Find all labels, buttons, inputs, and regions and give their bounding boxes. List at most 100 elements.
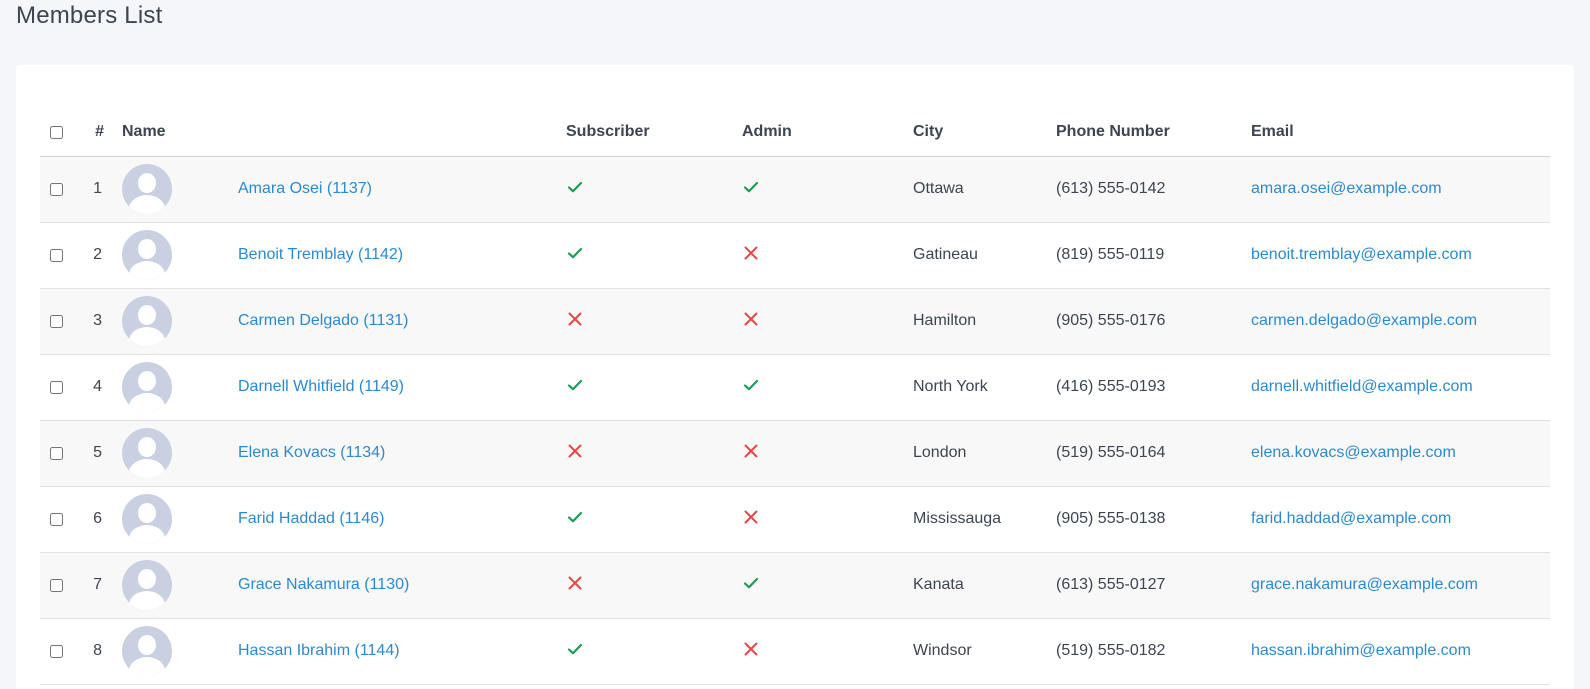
row-select-cell — [40, 618, 80, 684]
phone-cell: (819) 555-0119 — [1056, 246, 1165, 263]
row-select-cell — [40, 420, 80, 486]
city-cell: Ottawa — [913, 180, 964, 197]
row-number: 7 — [93, 576, 102, 593]
phone-cell: (519) 555-0182 — [1056, 642, 1166, 659]
name-cell: Farid Haddad (1146) — [238, 486, 566, 552]
member-email-link[interactable]: carmen.delgado@example.com — [1251, 312, 1477, 329]
city-cell: North York — [913, 378, 988, 395]
member-name-link[interactable]: Darnell Whitfield (1149) — [238, 378, 404, 395]
member-email-link[interactable]: darnell.whitfield@example.com — [1251, 378, 1473, 395]
avatar — [122, 230, 172, 280]
row-select-cell — [40, 552, 80, 618]
avatar — [122, 494, 172, 544]
subscriber-check-icon — [566, 244, 584, 262]
member-name-link[interactable]: Hassan Ibrahim (1144) — [238, 642, 400, 659]
phone-cell: (519) 555-0164 — [1056, 444, 1166, 461]
member-name-link[interactable]: Elena Kovacs (1134) — [238, 444, 385, 461]
email-cell: benoit.tremblay@example.com — [1251, 222, 1550, 288]
phone-cell: (416) 555-0193 — [1056, 378, 1166, 395]
row-checkbox[interactable] — [50, 182, 63, 196]
admin-cell — [742, 288, 913, 354]
city-cell: London — [913, 444, 967, 461]
row-number: 2 — [93, 246, 102, 263]
select-all-checkbox[interactable] — [50, 125, 63, 139]
row-checkbox[interactable] — [50, 644, 63, 658]
subscriber-cell — [566, 288, 742, 354]
avatar — [122, 296, 172, 346]
member-email-link[interactable]: amara.osei@example.com — [1251, 180, 1442, 197]
table-row: 2 Benoit Tremblay (1142) Gatineau (819) … — [40, 222, 1550, 288]
member-email-link[interactable]: hassan.ibrahim@example.com — [1251, 642, 1471, 659]
name-cell: Benoit Tremblay (1142) — [238, 222, 566, 288]
phone-cell: (613) 555-0127 — [1056, 576, 1166, 593]
email-cell: amara.osei@example.com — [1251, 156, 1550, 222]
row-checkbox[interactable] — [50, 380, 63, 394]
city-cell: Windsor — [913, 642, 972, 659]
avatar-cell — [122, 354, 238, 420]
member-email-link[interactable]: farid.haddad@example.com — [1251, 510, 1451, 527]
member-name-link[interactable]: Grace Nakamura (1130) — [238, 576, 409, 593]
city-cell: Mississauga — [913, 510, 1002, 527]
table-row: 7 Grace Nakamura (1130) Kanata (613) 555… — [40, 552, 1550, 618]
email-cell: grace.nakamura@example.com — [1251, 552, 1550, 618]
table-row: 3 Carmen Delgado (1131) Hamilton (905) 5… — [40, 288, 1550, 354]
table-row: 4 Darnell Whitfield (1149) North York (4… — [40, 354, 1550, 420]
avatar-cell — [122, 486, 238, 552]
member-email-link[interactable]: elena.kovacs@example.com — [1251, 444, 1456, 461]
phone-cell: (905) 555-0138 — [1056, 510, 1166, 527]
avatar-cell — [122, 618, 238, 684]
row-number: 8 — [93, 642, 102, 659]
email-cell: farid.haddad@example.com — [1251, 486, 1550, 552]
table-header-row: # Name Subscriber Admin City Phone Numbe… — [40, 109, 1550, 156]
avatar-cell — [122, 420, 238, 486]
member-name-link[interactable]: Farid Haddad (1146) — [238, 510, 384, 527]
table-row: 6 Farid Haddad (1146) Mississauga (905) … — [40, 486, 1550, 552]
subscriber-cell — [566, 420, 742, 486]
admin-cross-icon — [742, 244, 760, 262]
row-checkbox[interactable] — [50, 446, 63, 460]
admin-cell — [742, 354, 913, 420]
admin-cell — [742, 552, 913, 618]
member-name-link[interactable]: Carmen Delgado (1131) — [238, 312, 408, 329]
row-number: 6 — [93, 510, 102, 527]
page-title: Members List — [16, 2, 163, 29]
row-checkbox[interactable] — [50, 578, 63, 592]
admin-cell — [742, 222, 913, 288]
subscriber-cell — [566, 618, 742, 684]
admin-check-icon — [742, 178, 760, 196]
row-checkbox[interactable] — [50, 314, 63, 328]
email-cell: hassan.ibrahim@example.com — [1251, 618, 1550, 684]
admin-cross-icon — [742, 310, 760, 328]
header-email: Email — [1251, 123, 1294, 141]
name-cell: Darnell Whitfield (1149) — [238, 354, 566, 420]
member-name-link[interactable]: Benoit Tremblay (1142) — [238, 246, 403, 263]
admin-cell — [742, 618, 913, 684]
admin-cell — [742, 156, 913, 222]
row-select-cell — [40, 354, 80, 420]
avatar-cell — [122, 222, 238, 288]
subscriber-check-icon — [566, 376, 584, 394]
member-email-link[interactable]: benoit.tremblay@example.com — [1251, 246, 1472, 263]
avatar — [122, 164, 172, 214]
members-table: # Name Subscriber Admin City Phone Numbe… — [40, 109, 1550, 685]
name-cell: Hassan Ibrahim (1144) — [238, 618, 566, 684]
table-row: 8 Hassan Ibrahim (1144) Windsor (519) 55… — [40, 618, 1550, 684]
member-name-link[interactable]: Amara Osei (1137) — [238, 180, 372, 197]
row-checkbox[interactable] — [50, 512, 63, 526]
name-cell: Carmen Delgado (1131) — [238, 288, 566, 354]
avatar — [122, 560, 172, 610]
avatar — [122, 626, 172, 676]
city-cell: Hamilton — [913, 312, 977, 329]
subscriber-cell — [566, 222, 742, 288]
subscriber-cross-icon — [566, 310, 584, 328]
name-cell: Grace Nakamura (1130) — [238, 552, 566, 618]
subscriber-cell — [566, 354, 742, 420]
table-body: 1 Amara Osei (1137) Ottawa (613) 555-014… — [40, 156, 1550, 684]
subscriber-cell — [566, 552, 742, 618]
header-select-cell — [40, 109, 80, 156]
subscriber-check-icon — [566, 178, 584, 196]
member-email-link[interactable]: grace.nakamura@example.com — [1251, 576, 1478, 593]
name-cell: Elena Kovacs (1134) — [238, 420, 566, 486]
admin-check-icon — [742, 376, 760, 394]
row-checkbox[interactable] — [50, 248, 63, 262]
